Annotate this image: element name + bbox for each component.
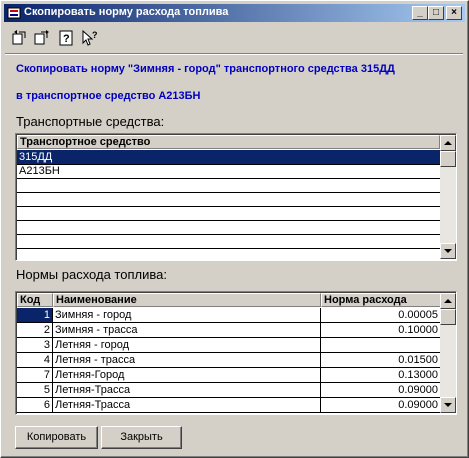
vehicle-cell <box>17 206 440 220</box>
vehicles-scrollbar[interactable] <box>440 135 456 259</box>
vehicle-cell: А213БН <box>19 165 60 177</box>
copy-button[interactable]: Копировать <box>15 426 98 449</box>
norm-row[interactable]: 2 Зимняя - трасса 0.10000 <box>17 323 440 338</box>
vehicle-cell <box>17 192 440 206</box>
minimize-button[interactable]: _ <box>412 6 428 20</box>
toolbar: ? ? <box>7 28 127 50</box>
vehicle-row[interactable]: А213БН <box>17 164 440 179</box>
norm-value-cell: 0.09000 <box>398 384 438 396</box>
info-line-1: Скопировать норму "Зимняя - город" транс… <box>16 63 395 75</box>
norm-code-cell: 4 <box>17 353 53 367</box>
vehicles-table[interactable]: Транспортное средство 315ДД А213БН <box>15 133 457 261</box>
norm-value-cell: 0.10000 <box>398 324 438 336</box>
norm-code-cell: 1 <box>17 308 53 322</box>
arrow-down-icon <box>444 403 452 407</box>
arrow-down-icon <box>444 249 452 253</box>
window-title: Скопировать норму расхода топлива <box>24 6 229 18</box>
close-button[interactable]: Закрыть <box>101 426 182 449</box>
vehicle-row[interactable]: 315ДД <box>17 150 440 165</box>
vehicle-row[interactable] <box>17 178 440 193</box>
norms-header-code[interactable]: Код <box>17 293 53 307</box>
norm-row[interactable]: 6 Летняя-Трасса 0.09000 <box>17 398 440 413</box>
norm-name-cell: Летняя - город <box>53 338 321 352</box>
copy-forward-icon[interactable] <box>31 28 53 48</box>
scroll-down-button[interactable] <box>440 243 456 259</box>
scroll-thumb[interactable] <box>440 309 456 325</box>
vehicle-row[interactable] <box>17 248 440 260</box>
norm-row[interactable]: 4 Летняя - трасса 0.01500 <box>17 353 440 368</box>
toolbar-separator <box>5 53 463 55</box>
norm-name-cell: Зимняя - трасса <box>53 323 321 337</box>
norm-name-cell: Летняя-Трасса <box>53 383 321 397</box>
svg-text:?: ? <box>92 30 98 40</box>
copy-back-icon[interactable] <box>9 28 31 48</box>
norms-scrollbar[interactable] <box>440 293 456 413</box>
info-line-2: в транспортное средство А213БН <box>16 90 201 102</box>
norm-value-cell: 0.01500 <box>398 354 438 366</box>
vehicle-row[interactable] <box>17 206 440 221</box>
norm-row[interactable]: 1 Зимняя - город 0.00005 <box>17 308 440 323</box>
vehicle-cell <box>17 248 440 260</box>
scroll-up-button[interactable] <box>440 293 456 309</box>
vehicles-label: Транспортные средства: <box>16 114 165 129</box>
norm-name-cell: Летняя-Трасса <box>53 398 321 412</box>
vehicle-cell <box>17 234 440 248</box>
title-bar[interactable]: Скопировать норму расхода топлива _ □ × <box>4 4 465 22</box>
norm-code-cell: 6 <box>17 398 53 412</box>
scroll-up-button[interactable] <box>440 135 456 151</box>
app-icon <box>7 7 21 19</box>
norm-code-cell: 5 <box>17 383 53 397</box>
vehicle-cell <box>17 220 440 234</box>
norm-row[interactable]: 3 Летняя - город <box>17 338 440 353</box>
vehicle-cell: 315ДД <box>19 151 53 163</box>
vehicles-column-header[interactable]: Транспортное средство <box>17 135 440 149</box>
norm-name-cell: Летняя - трасса <box>53 353 321 367</box>
vehicle-row[interactable] <box>17 220 440 235</box>
arrow-up-icon <box>444 141 452 145</box>
dialog-window: Скопировать норму расхода топлива _ □ × … <box>0 0 469 458</box>
help-icon[interactable]: ? <box>55 28 77 48</box>
context-help-icon[interactable]: ? <box>79 28 101 48</box>
norms-table[interactable]: Код Наименование Норма расхода 1 Зимняя -… <box>15 291 457 415</box>
maximize-button[interactable]: □ <box>428 6 444 20</box>
norm-row[interactable]: 7 Летняя-Город 0.13000 <box>17 368 440 383</box>
norms-header-norm[interactable]: Норма расхода <box>321 293 441 307</box>
norm-value-cell: 0.13000 <box>398 369 438 381</box>
norm-code-cell: 2 <box>17 323 53 337</box>
norm-code-cell: 7 <box>17 368 53 382</box>
arrow-up-icon <box>444 299 452 303</box>
norm-value-cell: 0.00005 <box>398 309 438 321</box>
scroll-down-button[interactable] <box>440 397 456 413</box>
vehicle-cell <box>17 178 440 192</box>
norm-value-cell: 0.09000 <box>398 399 438 411</box>
close-window-button[interactable]: × <box>446 6 462 20</box>
norm-name-cell: Зимняя - город <box>53 308 321 322</box>
norm-name-cell: Летняя-Город <box>53 368 321 382</box>
norms-header-name[interactable]: Наименование <box>53 293 321 307</box>
norm-code-cell: 3 <box>17 338 53 352</box>
norm-value-cell <box>321 338 440 352</box>
vehicle-row[interactable] <box>17 192 440 207</box>
vehicle-row[interactable] <box>17 234 440 249</box>
norm-row[interactable]: 5 Летняя-Трасса 0.09000 <box>17 383 440 398</box>
scroll-thumb[interactable] <box>440 151 456 167</box>
norms-label: Нормы расхода топлива: <box>16 267 167 282</box>
svg-text:?: ? <box>63 33 70 45</box>
